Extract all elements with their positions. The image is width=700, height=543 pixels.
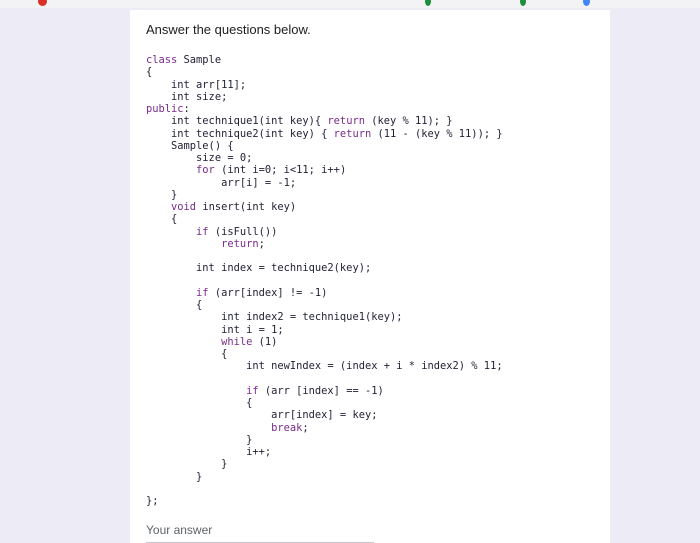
code-line: i++; [146,446,272,458]
code-line: int i = 1; [146,323,284,336]
top-toolbar-strip [0,0,700,8]
code-line: int newIndex = (index + i * index2) % 11… [146,360,503,373]
code-line: Sample() { [146,139,234,152]
code-line: if (arr [index] == -1) [246,384,384,397]
record-dot-icon [38,0,47,6]
code-line: } [146,470,203,483]
code-line: if (arr[index] != -1) [196,286,328,299]
code-line: arr[index] = key; [146,409,378,422]
code-line: size = 0; [146,152,253,164]
code-line: break; [271,421,309,434]
code-line: } [146,458,228,471]
code-line: return; [221,237,265,250]
code-line: int technique2(int key) { return (11 - (… [146,127,503,140]
code-line: int technique1(int key){ return (key % 1… [146,115,453,128]
code-line: { [146,397,253,409]
code-image: class Sample{ int arr[11]; int size; publ… [146,54,503,509]
code-line: public: [146,103,190,115]
code-line: { [146,213,178,226]
code-line: class Sample [146,54,222,66]
answer-input[interactable]: Your answer [146,523,212,537]
question-card: Answer the questions below. class Sample… [130,10,610,543]
code-line: int size; [146,90,228,103]
code-line: if (isFull()) [196,225,278,238]
code-line: { [146,66,153,79]
question-title: Answer the questions below. [146,22,311,37]
code-line: }; [146,495,159,507]
code-line: } [146,188,178,201]
code-line: while (1) [221,335,278,348]
code-listing: class Sample{ int arr[11]; int size; publ… [146,54,503,507]
code-line: for (int i=0; i<11; i++) [196,164,347,177]
shield-icon [583,0,590,6]
code-line: int index2 = technique1(key); [146,311,403,324]
code-line: int index = technique2(key); [146,262,372,275]
code-line: arr[i] = -1; [146,176,297,189]
code-line: int arr[11]; [146,78,247,91]
status-dot-icon [520,0,526,6]
status-dot-icon [425,0,431,6]
code-line: void insert(int key) [171,201,297,213]
code-line: } [146,433,253,446]
code-line: { [146,348,228,360]
code-line: { [146,299,203,311]
